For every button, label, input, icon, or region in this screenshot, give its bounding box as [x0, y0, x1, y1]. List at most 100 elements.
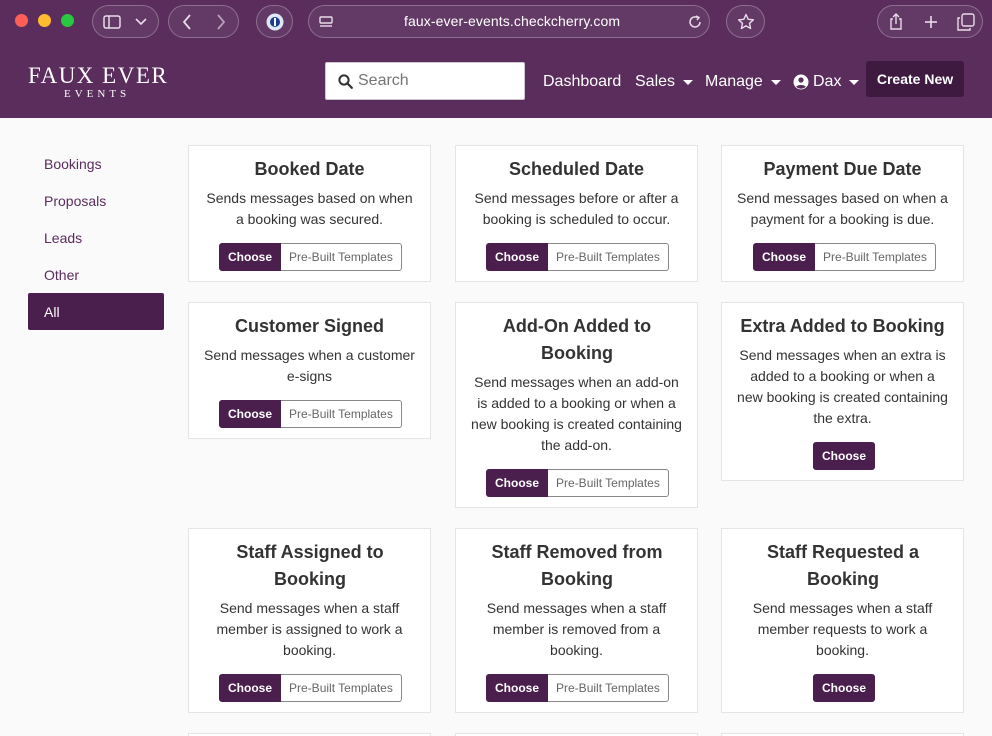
share-icon[interactable]	[886, 12, 906, 32]
zoom-window-button[interactable]	[61, 14, 74, 27]
trigger-card-staff-assigned: Staff Assigned to Booking Send messages …	[188, 528, 431, 713]
pre-built-templates-button[interactable]: Pre-Built Templates	[281, 674, 402, 702]
star-icon[interactable]	[736, 12, 756, 32]
card-title: Scheduled Date	[508, 159, 645, 179]
reload-icon[interactable]	[686, 13, 704, 31]
pre-built-templates-button[interactable]: Pre-Built Templates	[281, 243, 402, 271]
trigger-card-scheduled-date: Scheduled Date Send messages before or a…	[455, 145, 698, 282]
sidebar-item-proposals[interactable]: Proposals	[28, 182, 164, 219]
caret-down-icon	[849, 79, 860, 85]
sidebar-toggle-group[interactable]	[92, 5, 159, 38]
sidebar-item-other[interactable]: Other	[28, 256, 164, 293]
trigger-card-booked-date: Booked Date Sends messages based on when…	[188, 145, 431, 282]
card-button-group: Choose Pre-Built Templates	[219, 243, 402, 271]
nav-sales-dropdown[interactable]: Sales	[635, 73, 694, 91]
tab-overview-icon[interactable]	[956, 12, 976, 32]
minimize-window-button[interactable]	[38, 14, 51, 27]
nav-dashboard-label: Dashboard	[543, 73, 622, 90]
card-title: Add-On Added to Booking	[502, 316, 652, 363]
card-description: Send messages when an add-on is added to…	[471, 374, 682, 453]
password-manager-group[interactable]	[256, 5, 293, 38]
pre-built-templates-button[interactable]: Pre-Built Templates	[548, 469, 669, 497]
choose-button[interactable]: Choose	[486, 243, 549, 271]
card-description: Send messages when a staff member reques…	[752, 600, 933, 658]
pre-built-templates-button[interactable]: Pre-Built Templates	[548, 243, 669, 271]
caret-down-icon	[770, 79, 781, 85]
window-actions-group	[877, 5, 983, 38]
card-description: Send messages when a staff member is rem…	[486, 600, 667, 658]
trigger-card-add-on-added: Add-On Added to Booking Send messages wh…	[455, 302, 698, 508]
card-button-group: Choose	[813, 442, 876, 470]
nav-user-dropdown[interactable]: Dax	[793, 73, 860, 91]
close-window-button[interactable]	[15, 14, 28, 27]
choose-button[interactable]: Choose	[219, 674, 282, 702]
card-description: Send messages when a staff member is ass…	[216, 600, 403, 658]
nav-manage-label: Manage	[705, 73, 763, 90]
card-title: Booked Date	[254, 159, 365, 179]
logo-subtitle: EVENTS	[64, 88, 131, 100]
trigger-card-customer-signed: Customer Signed Send messages when a cus…	[188, 302, 431, 439]
choose-button[interactable]: Choose	[486, 469, 549, 497]
choose-button[interactable]: Choose	[219, 400, 282, 428]
search-icon	[338, 74, 353, 94]
card-description: Sends messages based on when a booking w…	[206, 190, 413, 227]
sidebar-item-label: Other	[44, 266, 80, 283]
card-description: Send messages based on when a payment fo…	[737, 190, 948, 227]
new-tab-icon[interactable]	[921, 12, 941, 32]
card-description: Send messages when a customer e-signs	[204, 347, 415, 384]
card-title: Staff Assigned to Booking	[236, 542, 384, 589]
card-description: Send messages when an extra is added to …	[737, 347, 948, 426]
nav-user-label: Dax	[813, 73, 842, 90]
card-button-group: Choose Pre-Built Templates	[486, 243, 669, 271]
pre-built-templates-button[interactable]: Pre-Built Templates	[815, 243, 936, 271]
nav-sales-label: Sales	[635, 73, 676, 90]
sidebar-item-label: Leads	[44, 229, 83, 246]
choose-button[interactable]: Choose	[219, 243, 282, 271]
create-new-button[interactable]: Create New	[866, 61, 964, 97]
choose-button[interactable]: Choose	[486, 674, 549, 702]
choose-button[interactable]: Choose	[813, 674, 876, 702]
choose-button[interactable]: Choose	[753, 243, 816, 271]
trigger-card-extra-added: Extra Added to Booking Send messages whe…	[721, 302, 964, 481]
caret-down-icon	[683, 79, 694, 85]
forward-arrow-icon[interactable]	[212, 13, 230, 31]
pre-built-templates-button[interactable]: Pre-Built Templates	[281, 400, 402, 428]
user-circle-icon	[793, 74, 809, 90]
card-button-group: Choose Pre-Built Templates	[219, 674, 402, 702]
page-menu-icon[interactable]	[317, 13, 335, 31]
history-nav-group	[168, 5, 239, 38]
back-arrow-icon[interactable]	[178, 13, 196, 31]
password-manager-icon[interactable]	[265, 12, 285, 32]
card-button-group: Choose Pre-Built Templates	[486, 674, 669, 702]
url-text[interactable]: faux-ever-events.checkcherry.com	[404, 13, 620, 29]
choose-button[interactable]: Choose	[813, 442, 876, 470]
logo-title: FAUX EVER	[28, 63, 169, 88]
card-title: Customer Signed	[234, 316, 385, 336]
pre-built-templates-button[interactable]: Pre-Built Templates	[548, 674, 669, 702]
sidebar-item-bookings[interactable]: Bookings	[28, 145, 164, 182]
card-button-group: Choose Pre-Built Templates	[219, 400, 402, 428]
nav-dashboard[interactable]: Dashboard	[543, 73, 621, 91]
search-box[interactable]	[325, 62, 525, 100]
card-title: Staff Requested a Booking	[766, 542, 920, 589]
sidebar-item-all[interactable]: All	[28, 293, 164, 330]
chevron-down-icon[interactable]	[133, 14, 149, 30]
sidebar-item-leads[interactable]: Leads	[28, 219, 164, 256]
card-title: Staff Removed from Booking	[491, 542, 663, 589]
sidebar-item-label: All	[44, 303, 60, 320]
card-description: Send messages before or after a booking …	[474, 190, 679, 227]
trigger-card-staff-removed: Staff Removed from Booking Send messages…	[455, 528, 698, 713]
card-button-group: Choose	[813, 674, 876, 702]
sidebar-icon[interactable]	[102, 13, 122, 31]
card-button-group: Choose Pre-Built Templates	[486, 469, 669, 497]
card-button-group: Choose Pre-Built Templates	[753, 243, 936, 271]
search-input[interactable]	[358, 63, 518, 99]
card-title: Payment Due Date	[763, 159, 922, 179]
sidebar-item-label: Proposals	[44, 192, 107, 209]
bookmark-group[interactable]	[726, 5, 765, 38]
nav-manage-dropdown[interactable]: Manage	[705, 73, 781, 91]
browser-toolbar: faux-ever-events.checkcherry.com	[0, 0, 992, 44]
card-title: Extra Added to Booking	[740, 316, 945, 336]
trigger-card-staff-requested: Staff Requested a Booking Send messages …	[721, 528, 964, 713]
app-header: FAUX EVER EVENTS Dashboard Sales Manage …	[0, 44, 992, 118]
